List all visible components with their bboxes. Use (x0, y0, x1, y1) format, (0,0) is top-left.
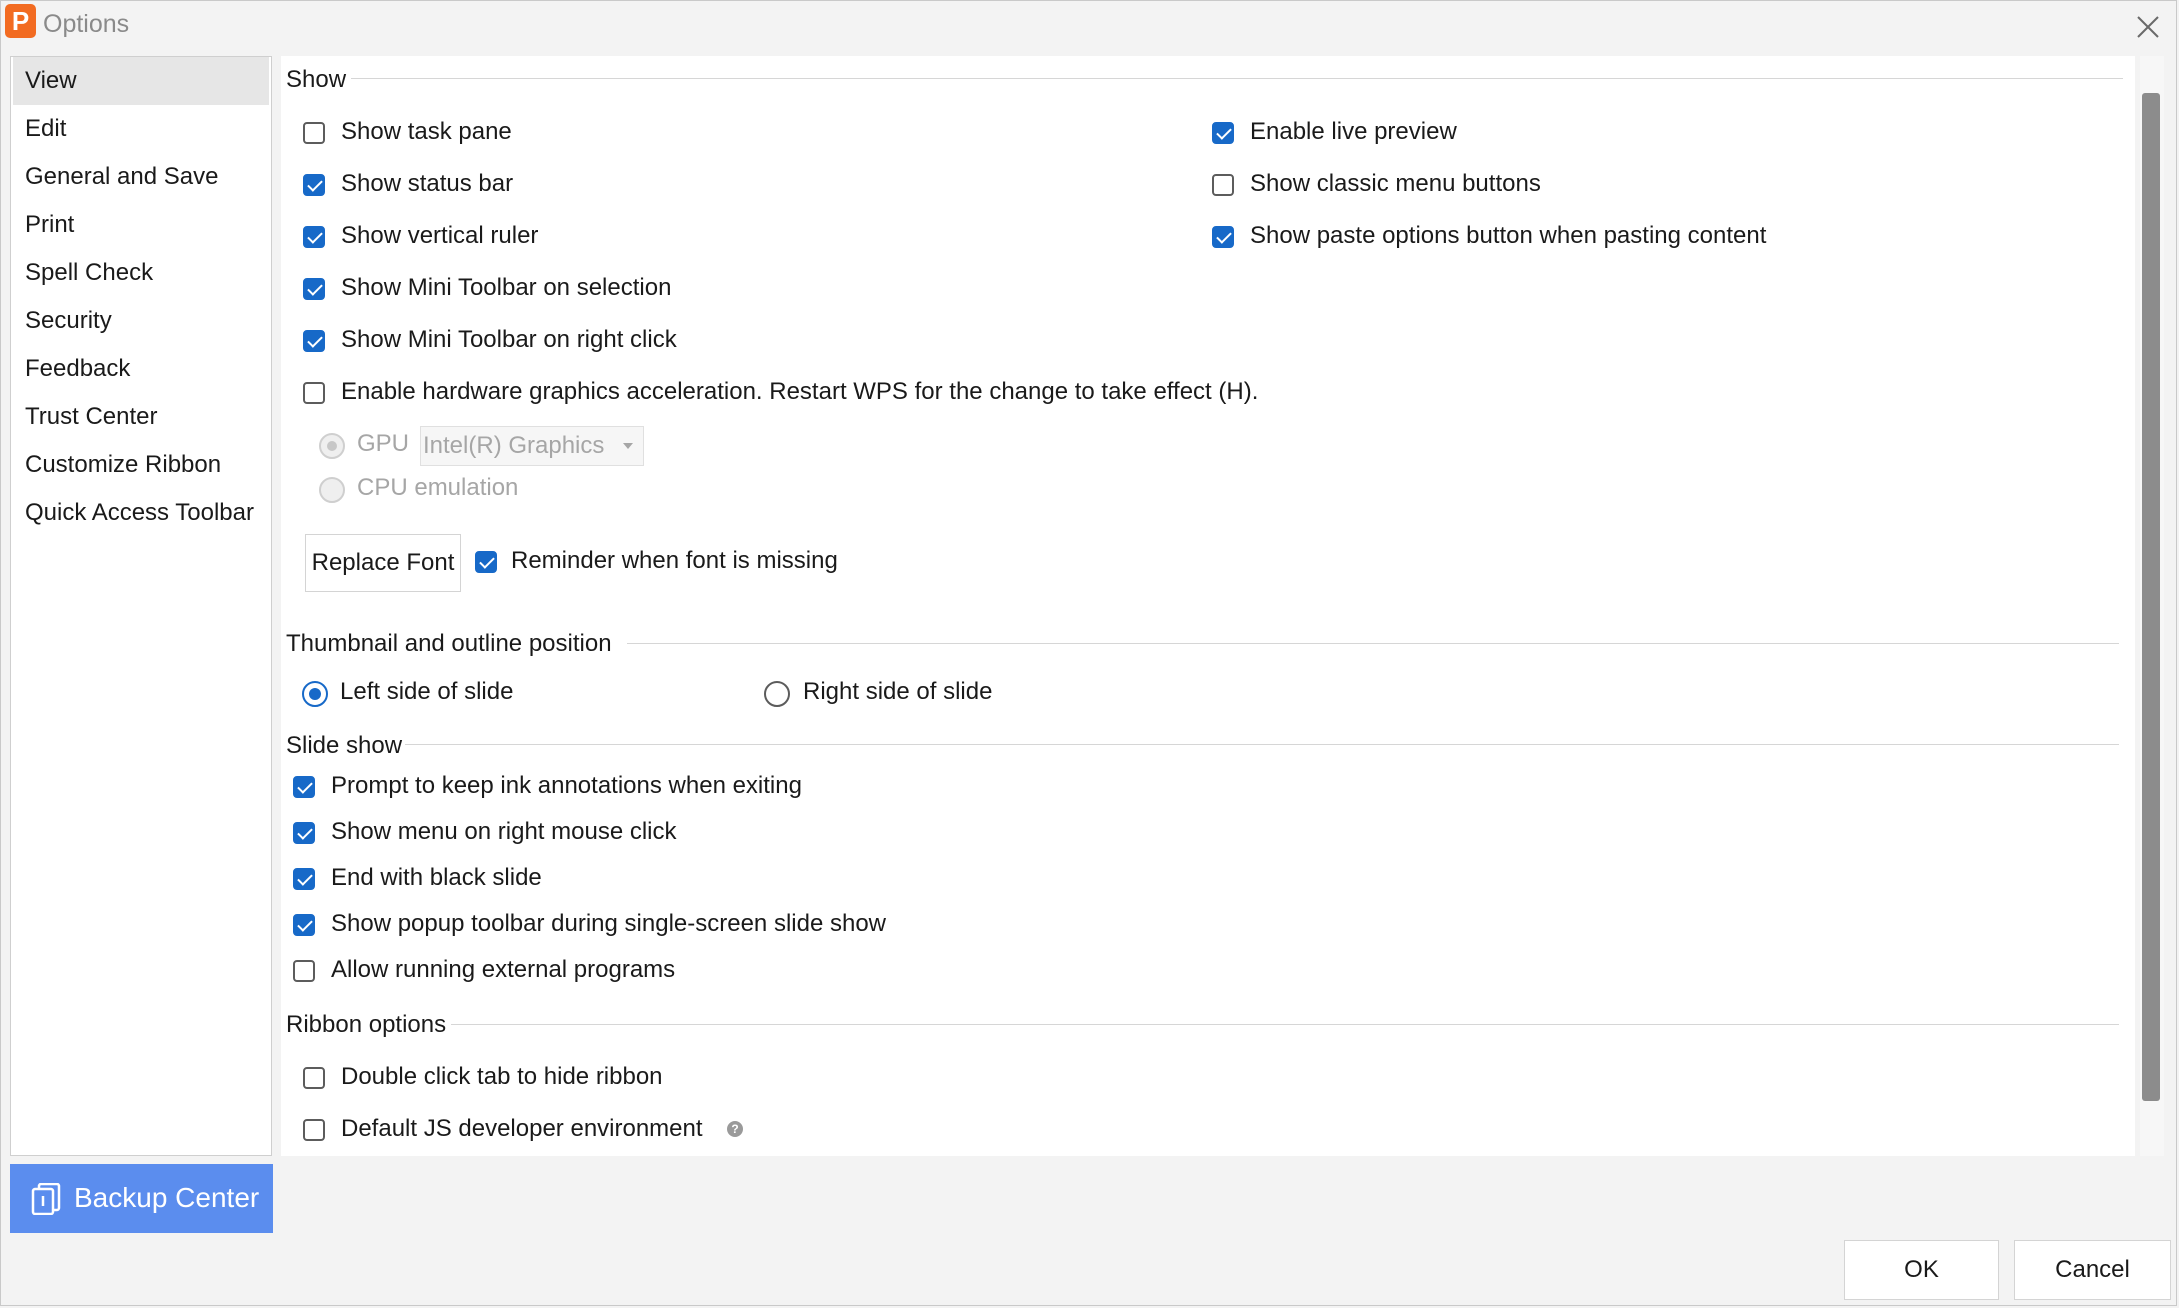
window-title: Options (43, 10, 130, 38)
checkbox-label: Double click tab to hide ribbon (341, 1063, 663, 1090)
nav-item-trust-center[interactable]: Trust Center (13, 393, 269, 441)
radio-circle (319, 477, 345, 503)
checkbox-label: End with black slide (331, 864, 542, 891)
checkbox-box (293, 868, 315, 890)
checkbox-box (303, 278, 325, 300)
section-divider (451, 1024, 2119, 1025)
checkbox-label: Show popup toolbar during single-screen … (331, 910, 886, 937)
checkbox-box (475, 551, 497, 573)
section-divider (405, 744, 2119, 745)
options-nav: View Edit General and Save Print Spell C… (10, 56, 272, 1156)
checkbox-label: Show Mini Toolbar on selection (341, 274, 672, 301)
nav-item-quick-access-toolbar[interactable]: Quick Access Toolbar (13, 489, 269, 537)
checkbox-box (303, 330, 325, 352)
checkbox-label: Allow running external programs (331, 956, 676, 983)
checkbox-label: Show classic menu buttons (1250, 170, 1541, 197)
checkbox-label: Show status bar (341, 170, 514, 197)
checkbox-box (303, 382, 325, 404)
checkbox-label: Enable live preview (1250, 118, 1457, 145)
nav-item-general-and-save[interactable]: General and Save (13, 153, 269, 201)
section-header-slide-show: Slide show (286, 732, 403, 759)
checkbox-label: Show task pane (341, 118, 512, 145)
section-divider (351, 78, 2123, 79)
chevron-down-icon (623, 443, 633, 449)
backup-center-label: Backup Center (74, 1182, 260, 1213)
gpu-select-value: Intel(R) Graphics (423, 432, 605, 459)
checkbox-label: Show menu on right mouse click (331, 818, 677, 845)
cancel-button[interactable]: Cancel (2014, 1240, 2171, 1300)
wps-presentation-logo-icon: P (5, 4, 36, 38)
radio-circle (764, 681, 790, 707)
checkbox-label: Default JS developer environment (341, 1115, 703, 1142)
checkbox-label: Enable hardware graphics acceleration. R… (341, 378, 1259, 405)
checkbox-label: Reminder when font is missing (511, 547, 838, 574)
backup-icon (31, 1182, 61, 1222)
scrollbar-thumb[interactable] (2142, 93, 2160, 1101)
radio-label: GPU (357, 430, 410, 457)
checkbox-box (293, 960, 315, 982)
nav-item-security[interactable]: Security (13, 297, 269, 345)
checkbox-label: Prompt to keep ink annotations when exit… (331, 772, 802, 799)
help-icon[interactable]: ? (727, 1121, 743, 1137)
radio-circle (302, 681, 328, 707)
section-header-thumbnail-position: Thumbnail and outline position (286, 630, 612, 657)
radio-circle (319, 433, 345, 459)
checkbox-box (303, 1067, 325, 1089)
close-button[interactable] (2126, 7, 2166, 47)
checkbox-box (1212, 122, 1234, 144)
checkbox-box (303, 226, 325, 248)
view-settings-panel: Show Show task pane Show status bar Show… (281, 56, 2135, 1156)
ok-button[interactable]: OK (1844, 1240, 1999, 1300)
nav-item-feedback[interactable]: Feedback (13, 345, 269, 393)
nav-item-customize-ribbon[interactable]: Customize Ribbon (13, 441, 269, 489)
close-icon (2137, 16, 2159, 38)
gpu-select[interactable]: Intel(R) Graphics (420, 426, 644, 466)
backup-center-button[interactable]: Backup Center (10, 1164, 273, 1233)
nav-item-print[interactable]: Print (13, 201, 269, 249)
checkbox-box (293, 776, 315, 798)
section-header-ribbon-options: Ribbon options (286, 1011, 447, 1038)
title-bar: P Options (1, 1, 2178, 51)
checkbox-box (303, 1119, 325, 1141)
radio-label: CPU emulation (357, 474, 519, 501)
checkbox-box (1212, 226, 1234, 248)
radio-label: Left side of slide (340, 678, 514, 705)
section-divider (627, 643, 2119, 644)
nav-item-edit[interactable]: Edit (13, 105, 269, 153)
checkbox-box (303, 122, 325, 144)
radio-label: Right side of slide (803, 678, 993, 705)
nav-item-spell-check[interactable]: Spell Check (13, 249, 269, 297)
checkbox-box (293, 822, 315, 844)
replace-font-button[interactable]: Replace Font (305, 534, 461, 592)
checkbox-label: Show paste options button when pasting c… (1250, 222, 1767, 249)
checkbox-box (303, 174, 325, 196)
section-header-show: Show (286, 66, 347, 93)
checkbox-box (293, 914, 315, 936)
checkbox-label: Show Mini Toolbar on right click (341, 326, 677, 353)
options-dialog: P Options View Edit General and Save Pri… (0, 0, 2177, 1306)
nav-item-view[interactable]: View (13, 57, 269, 105)
checkbox-label: Show vertical ruler (341, 222, 539, 249)
checkbox-box (1212, 174, 1234, 196)
